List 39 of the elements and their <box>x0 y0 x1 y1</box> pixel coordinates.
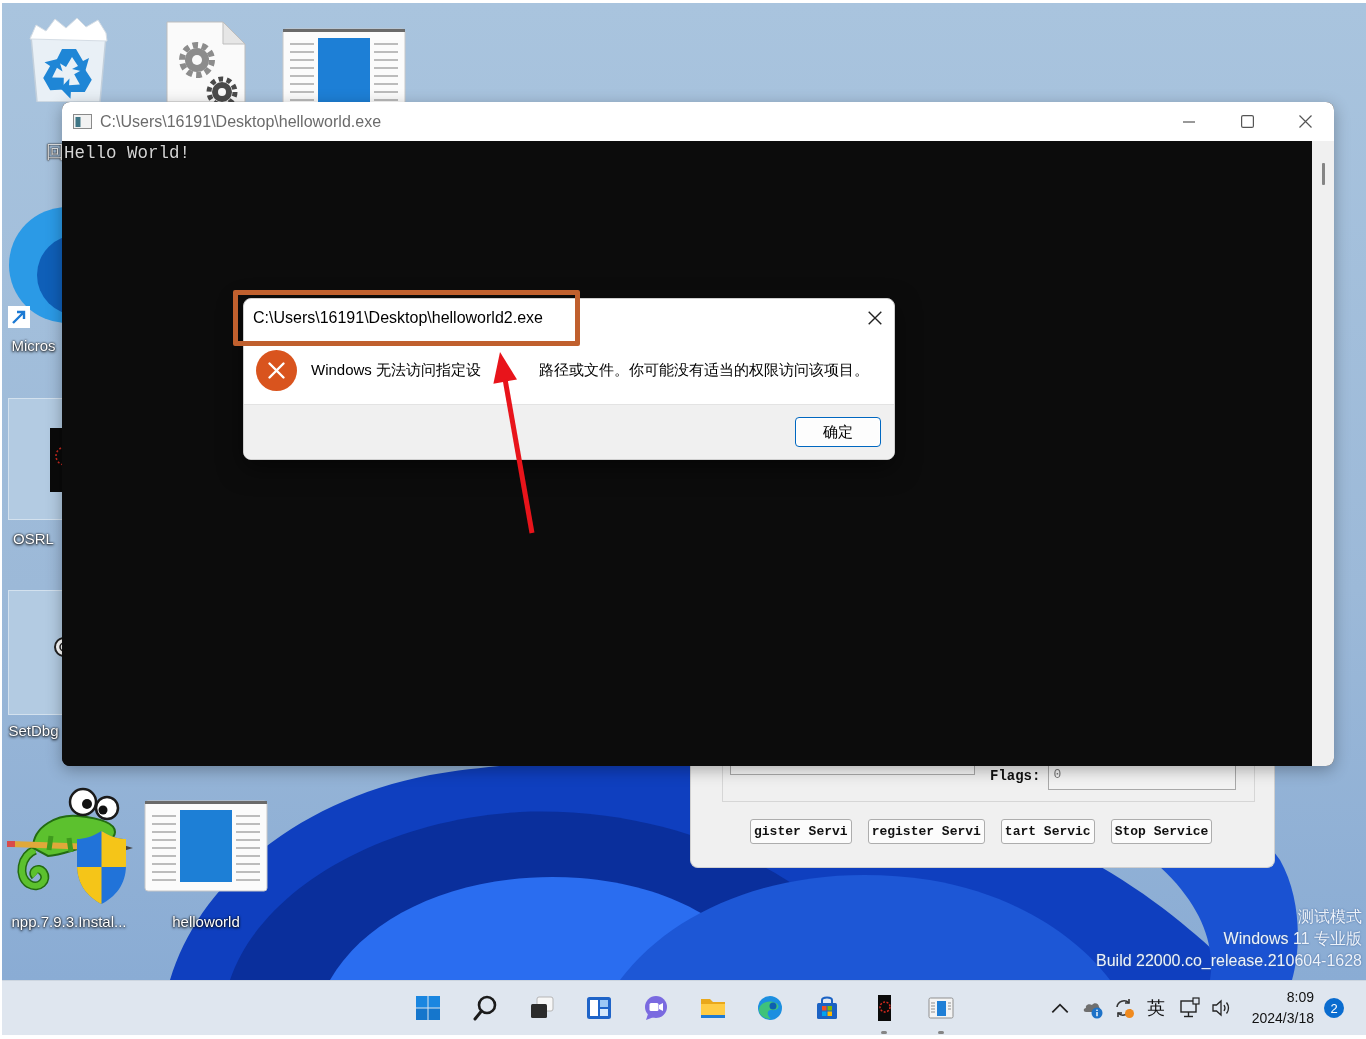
search-icon[interactable] <box>471 994 499 1022</box>
service-button[interactable]: gister Servi <box>750 819 852 844</box>
clock-date[interactable]: 2024/3/18 <box>1251 1008 1314 1029</box>
console-app-icon <box>73 114 92 129</box>
service-button[interactable]: Stop Service <box>1110 819 1213 844</box>
video-chat-icon[interactable] <box>642 994 670 1022</box>
dialog-title: C:\Users\16191\Desktop\helloworld2.exe <box>253 309 543 327</box>
application-window-icon[interactable] <box>927 994 955 1022</box>
error-icon <box>256 350 297 391</box>
maximize-icon[interactable] <box>1240 115 1254 128</box>
flags-field[interactable]: 0 <box>1048 765 1237 790</box>
flags-label: Flags: <box>990 768 1041 784</box>
error-message: Windows 无法访问指定设 <box>311 361 482 380</box>
window-title: C:\Users\16191\Desktop\helloworld.exe <box>100 112 382 131</box>
browser-icon[interactable] <box>756 994 784 1022</box>
test-mode-notice: Build 22000.co_release.210604-1628 <box>1096 951 1362 971</box>
application-window-icon[interactable] <box>144 799 268 892</box>
close-icon[interactable] <box>868 311 882 325</box>
ok-button[interactable]: 确定 <box>795 417 881 447</box>
scrollbar-track[interactable] <box>1312 141 1334 766</box>
minimize-icon[interactable] <box>1183 120 1195 123</box>
clock-time[interactable]: 8:09 <box>1286 987 1314 1008</box>
service-button[interactable]: register Servi <box>867 819 985 844</box>
application-window-icon[interactable] <box>282 28 406 102</box>
console-output-line: 回Hello World! <box>46 143 191 163</box>
settings-file-icon[interactable] <box>165 20 247 102</box>
test-mode-notice: 测试模式 <box>1298 907 1362 927</box>
notification-badge[interactable]: 2 <box>1324 998 1344 1018</box>
widgets-icon[interactable] <box>585 994 613 1022</box>
close-icon[interactable] <box>1298 115 1312 128</box>
desktop-icon-label[interactable]: helloworld <box>172 912 240 932</box>
service-button[interactable]: tart Servic <box>1000 819 1095 844</box>
error-message: 路径或文件。你可能没有适当的权限访问该项目。 <box>539 361 870 380</box>
text-field[interactable] <box>730 765 975 775</box>
start-icon[interactable] <box>414 994 442 1022</box>
input-method-indicator[interactable]: 英 <box>1146 996 1165 1020</box>
monitor-icon[interactable] <box>1178 997 1201 1019</box>
image-thumbnail-icon[interactable] <box>5 398 62 523</box>
scrollbar-thumb[interactable] <box>1321 163 1325 185</box>
